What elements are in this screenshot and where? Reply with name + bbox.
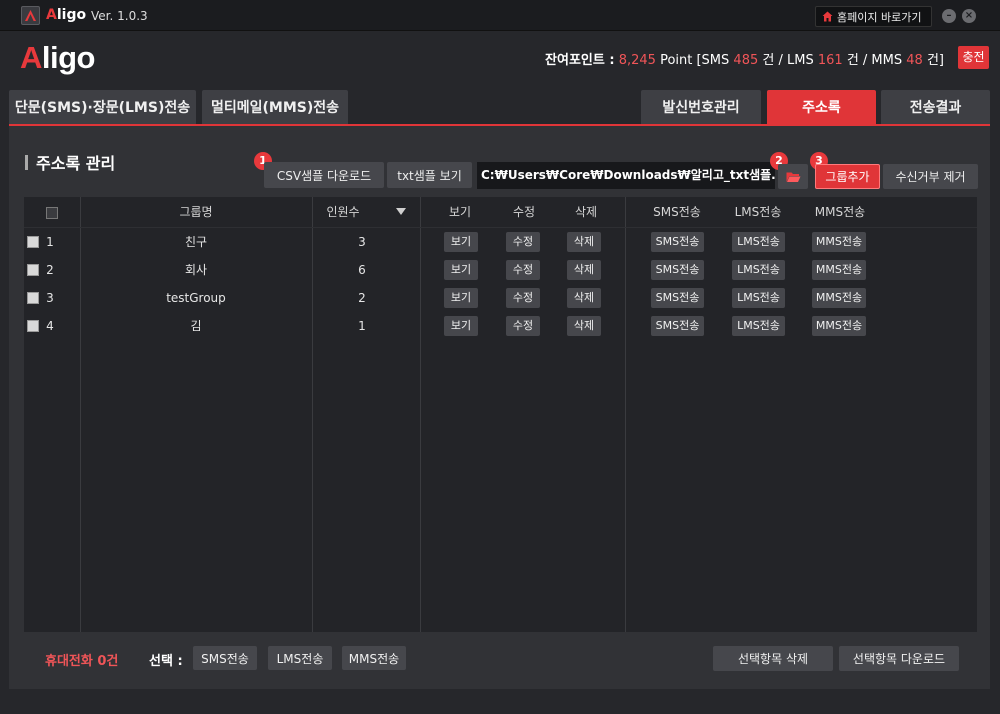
group-table: 그룹명 인원수 보기 수정 삭제 SMS전송 LMS전송 MMS전송 1 친구 3 보…: [24, 197, 977, 632]
row-edit-button[interactable]: 수정: [506, 316, 540, 336]
row-view-button[interactable]: 보기: [444, 288, 478, 308]
brand-logo: Aligo: [20, 40, 96, 75]
file-path-field[interactable]: C:₩Users₩Core₩Downloads₩알리고_txt샘플.txt: [477, 162, 775, 189]
row-lms-button[interactable]: LMS전송: [732, 316, 785, 336]
row-member-count: 1: [358, 319, 366, 333]
select-label: 선택 :: [149, 654, 183, 669]
table-header: 그룹명 인원수 보기 수정 삭제 SMS전송 LMS전송 MMS전송: [24, 197, 977, 228]
reject-remove-button[interactable]: 수신거부 제거: [883, 164, 978, 189]
home-icon: [822, 11, 833, 22]
app-logo-icon: [21, 6, 40, 25]
row-sms-button[interactable]: SMS전송: [651, 260, 704, 280]
table-row[interactable]: 2 회사 6 보기 수정 삭제 SMS전송 LMS전송 MMS전송: [24, 256, 977, 284]
app-title: Aligo: [46, 7, 87, 23]
row-mms-button[interactable]: MMS전송: [812, 288, 866, 308]
homepage-button-label: 홈페이지 바로가기: [837, 10, 922, 24]
row-edit-button[interactable]: 수정: [506, 260, 540, 280]
row-member-count: 2: [358, 291, 366, 305]
row-view-button[interactable]: 보기: [444, 316, 478, 336]
row-delete-button[interactable]: 삭제: [567, 288, 601, 308]
title-bar-marker: [25, 154, 28, 170]
section-title: 주소록 관리: [25, 150, 115, 174]
charge-button[interactable]: 충전: [958, 46, 989, 69]
row-number: 1: [46, 235, 54, 249]
footer-lms-button[interactable]: LMS전송: [268, 646, 332, 670]
lms-count: 161: [817, 53, 843, 68]
minimize-button[interactable]: –: [942, 9, 956, 23]
header-member-count[interactable]: 인원수: [312, 197, 374, 228]
row-mms-button[interactable]: MMS전송: [812, 232, 866, 252]
mms-count: 48: [906, 53, 923, 68]
txt-sample-view-button[interactable]: txt샘플 보기: [387, 162, 472, 188]
row-view-button[interactable]: 보기: [444, 260, 478, 280]
row-mms-button[interactable]: MMS전송: [812, 316, 866, 336]
points-summary: 잔여포인트 : 8,245 Point [SMS 485 건 / LMS 161…: [545, 53, 944, 68]
sms-count: 485: [733, 53, 759, 68]
row-number: 3: [46, 291, 54, 305]
header-mms: MMS전송: [814, 205, 866, 219]
row-checkbox[interactable]: [27, 264, 39, 276]
row-member-count: 6: [358, 263, 366, 277]
row-lms-button[interactable]: LMS전송: [732, 260, 785, 280]
header-edit: 수정: [512, 205, 536, 219]
group-add-button[interactable]: 그룹추가: [815, 164, 880, 189]
row-group-name: 김: [190, 319, 202, 333]
tab-address-book[interactable]: 주소록: [767, 90, 876, 124]
csv-sample-download-button[interactable]: CSV샘플 다운로드: [264, 162, 384, 188]
row-edit-button[interactable]: 수정: [506, 288, 540, 308]
homepage-button[interactable]: 홈페이지 바로가기: [815, 6, 932, 27]
row-view-button[interactable]: 보기: [444, 232, 478, 252]
open-folder-button[interactable]: [778, 164, 808, 189]
tab-sender-number[interactable]: 발신번호관리: [641, 90, 761, 124]
phone-count: 휴대전화 0건: [45, 654, 119, 669]
row-lms-button[interactable]: LMS전송: [732, 232, 785, 252]
row-checkbox[interactable]: [27, 320, 39, 332]
row-number: 2: [46, 263, 54, 277]
address-book-panel: 주소록 관리 1 CSV샘플 다운로드 txt샘플 보기 C:₩Users₩Co…: [9, 126, 990, 689]
folder-icon: [786, 172, 800, 182]
row-checkbox[interactable]: [27, 292, 39, 304]
row-lms-button[interactable]: LMS전송: [732, 288, 785, 308]
row-member-count: 3: [358, 235, 366, 249]
header-delete: 삭제: [574, 205, 598, 219]
download-selected-button[interactable]: 선택항목 다운로드: [839, 646, 959, 671]
sort-desc-icon[interactable]: [396, 208, 406, 215]
row-checkbox[interactable]: [27, 236, 39, 248]
tab-mms[interactable]: 멀티메일(MMS)전송: [202, 90, 348, 124]
close-button[interactable]: ×: [962, 9, 976, 23]
row-group-name: 친구: [184, 235, 208, 249]
row-edit-button[interactable]: 수정: [506, 232, 540, 252]
row-sms-button[interactable]: SMS전송: [651, 288, 704, 308]
footer-mms-button[interactable]: MMS전송: [342, 646, 406, 670]
row-group-name: testGroup: [166, 291, 226, 305]
row-delete-button[interactable]: 삭제: [567, 232, 601, 252]
header-view: 보기: [448, 205, 472, 219]
select-all-checkbox[interactable]: [46, 207, 58, 219]
row-sms-button[interactable]: SMS전송: [651, 316, 704, 336]
table-row[interactable]: 4 김 1 보기 수정 삭제 SMS전송 LMS전송 MMS전송: [24, 312, 977, 340]
points-value: 8,245: [618, 53, 656, 68]
row-sms-button[interactable]: SMS전송: [651, 232, 704, 252]
app-version: Ver. 1.0.3: [91, 9, 148, 23]
tab-sms-lms[interactable]: 단문(SMS)·장문(LMS)전송: [9, 90, 196, 124]
row-delete-button[interactable]: 삭제: [567, 316, 601, 336]
table-row[interactable]: 1 친구 3 보기 수정 삭제 SMS전송 LMS전송 MMS전송: [24, 228, 977, 256]
tab-send-result[interactable]: 전송결과: [881, 90, 990, 124]
row-number: 4: [46, 319, 54, 333]
title-bar: Aligo Ver. 1.0.3 홈페이지 바로가기 – ×: [0, 0, 1000, 31]
row-mms-button[interactable]: MMS전송: [812, 260, 866, 280]
delete-selected-button[interactable]: 선택항목 삭제: [713, 646, 833, 671]
header-group-name[interactable]: 그룹명: [80, 197, 312, 228]
row-group-name: 회사: [184, 263, 208, 277]
header-sms: SMS전송: [653, 205, 701, 219]
table-row[interactable]: 3 testGroup 2 보기 수정 삭제 SMS전송 LMS전송 MMS전송: [24, 284, 977, 312]
row-delete-button[interactable]: 삭제: [567, 260, 601, 280]
footer-sms-button[interactable]: SMS전송: [193, 646, 257, 670]
header-lms: LMS전송: [734, 205, 782, 219]
